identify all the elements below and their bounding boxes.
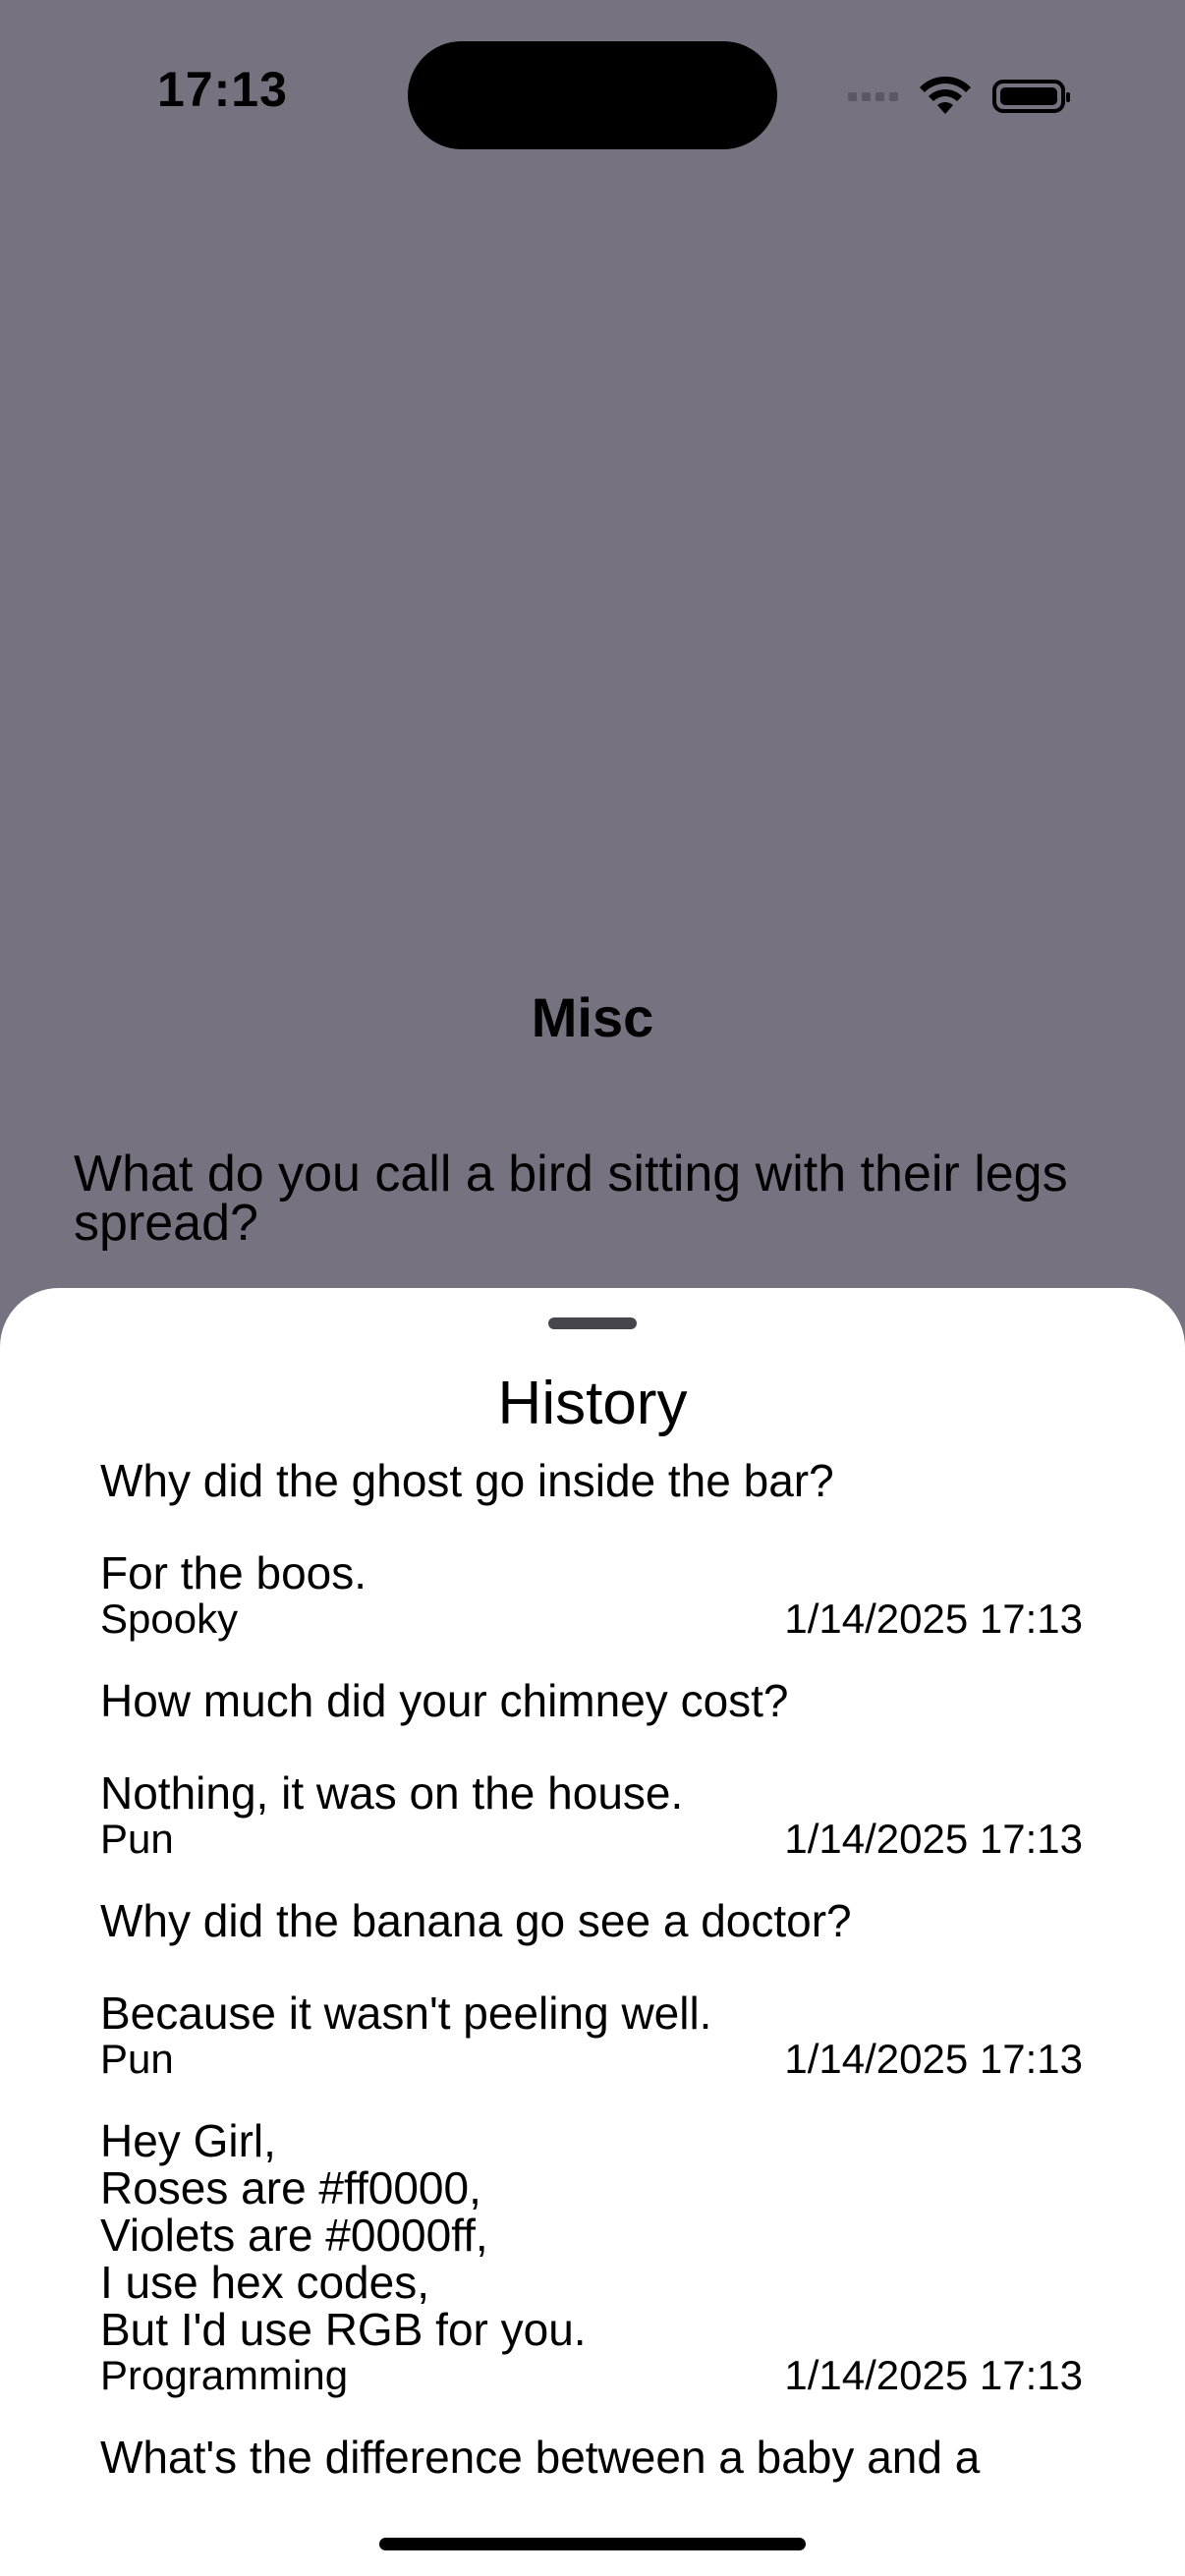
history-item-setup: Why did the ghost go inside the bar? [100, 1455, 834, 1506]
status-icons [848, 69, 1070, 124]
history-item-timestamp: 1/14/2025 17:13 [784, 2036, 1083, 2082]
history-item-timestamp: 1/14/2025 17:13 [784, 1596, 1083, 1642]
status-time: 17:13 [157, 62, 288, 117]
history-item-timestamp: 1/14/2025 17:13 [784, 1816, 1083, 1862]
history-item-setup: How much did your chimney cost? [100, 1675, 789, 1726]
history-item[interactable]: How much did your chimney cost? Nothing,… [100, 1677, 1083, 1862]
history-item-setup: What's the difference between a baby and… [100, 2432, 981, 2483]
history-item[interactable]: Why did the banana go see a doctor? Beca… [100, 1897, 1083, 2082]
sheet-title: History [497, 1370, 688, 1437]
home-indicator[interactable] [379, 2538, 806, 2550]
history-list[interactable]: Why did the ghost go inside the bar? For… [100, 1457, 1083, 2516]
history-item-punchline: Nothing, it was on the house. [100, 1767, 684, 1819]
sheet-grabber[interactable] [548, 1317, 637, 1329]
history-item-punchline: For the boos. [100, 1547, 367, 1598]
joke-category-title: Misc [531, 986, 654, 1048]
history-item-category: Pun [100, 1816, 174, 1862]
history-item-setup: Why did the banana go see a doctor? [100, 1895, 852, 1946]
history-item-punchline: Because it wasn't peeling well. [100, 1988, 712, 2039]
history-item-category: Spooky [100, 1596, 239, 1642]
cellular-signal-icon [848, 91, 898, 101]
history-item[interactable]: Hey Girl, Roses are #ff0000, Violets are… [100, 2117, 1083, 2398]
history-item-joke: Hey Girl, Roses are #ff0000, Violets are… [100, 2115, 587, 2355]
dynamic-island [408, 41, 777, 149]
history-sheet[interactable]: History Why did the ghost go inside the … [0, 1288, 1185, 2576]
wifi-icon [920, 77, 971, 114]
joke-setup-text: What do you call a bird sitting with the… [74, 1146, 1068, 1252]
history-item-timestamp: 1/14/2025 17:13 [784, 2352, 1083, 2398]
history-item-category: Programming [100, 2352, 349, 2398]
battery-icon [992, 80, 1070, 113]
history-item[interactable]: Why did the ghost go inside the bar? For… [100, 1457, 1083, 1642]
history-item-category: Pun [100, 2036, 174, 2082]
history-item[interactable]: What's the difference between a baby and… [100, 2434, 1083, 2481]
